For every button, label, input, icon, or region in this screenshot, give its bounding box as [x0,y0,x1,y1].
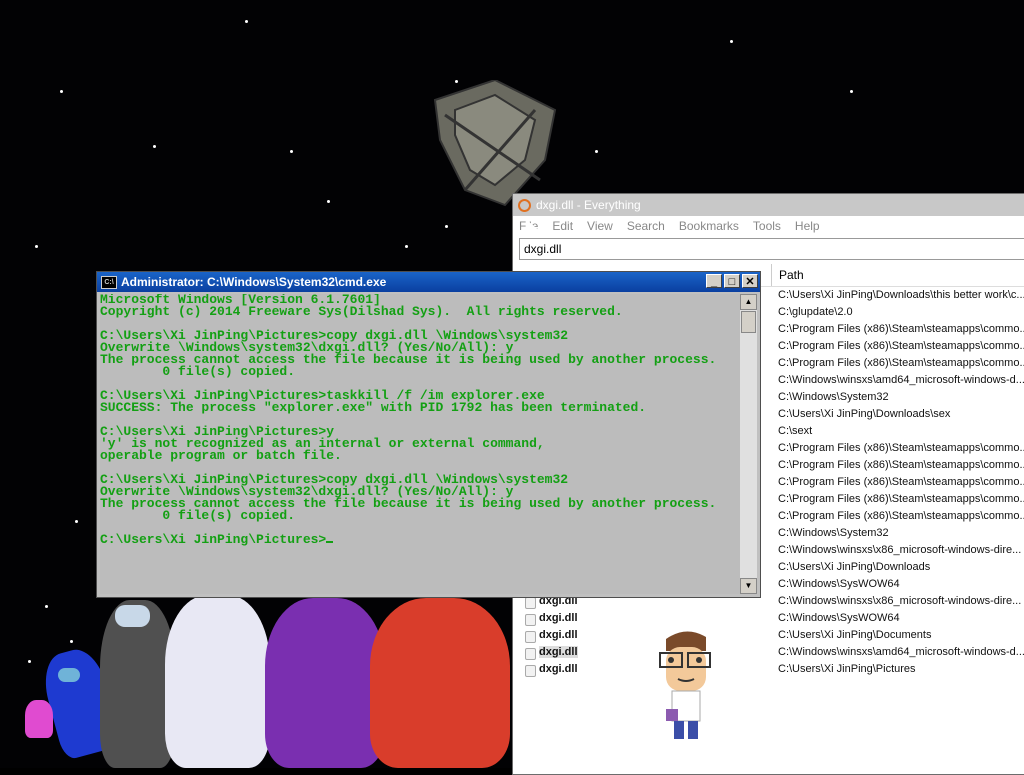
result-row[interactable]: dxgi.dll C:\Windows\winsxs\amd64_microsof… [513,645,1024,662]
console-line: SUCCESS: The process "explorer.exe" with… [100,400,647,415]
file-icon [525,665,536,677]
result-row[interactable]: dxgi.dll C:\Users\Xi JinPing\Documents [513,628,1024,645]
star [28,660,31,663]
result-name: dxgi.dll [539,663,578,675]
result-path: C:\Program Files (x86)\Steam\steamapps\c… [778,493,1024,505]
menu-help[interactable]: Help [795,219,820,233]
purple-crewmate [265,598,385,768]
file-icon [525,648,536,660]
cartoon-character-image [659,631,711,739]
file-icon [525,631,536,643]
result-path: C:\Users\Xi JinPing\Downloads\this bette… [778,289,1024,301]
result-name: dxgi.dll [539,612,578,624]
star [850,90,853,93]
result-path: C:\Windows\System32 [778,391,889,403]
result-row[interactable]: dxgi.dll C:\Users\Xi JinPing\Pictures [513,662,1024,679]
star [445,225,448,228]
file-icon [525,597,536,609]
vertical-scrollbar[interactable]: ▲ ▼ [740,294,757,594]
everything-menubar: File Edit View Search Bookmarks Tools He… [513,216,1024,236]
result-path: C:\Windows\winsxs\x86_microsoft-windows-… [778,544,1022,556]
console-line: 0 file(s) copied. [100,508,296,523]
text-caret [326,541,334,543]
close-button[interactable]: ✕ [742,274,758,288]
star [153,145,156,148]
star [70,640,73,643]
result-path: C:\Users\Xi JinPing\Pictures [778,663,916,675]
result-path: C:\Program Files (x86)\Steam\steamapps\c… [778,510,1024,522]
file-icon [525,614,536,626]
star [35,245,38,248]
path-column-header[interactable]: Path [779,268,804,282]
console-text: Microsoft Windows [Version 6.1.7601] Copy… [100,294,740,546]
star [595,150,598,153]
cmd-titlebar[interactable]: C:\ Administrator: C:\Windows\System32\c… [97,272,760,292]
menu-edit[interactable]: Edit [552,219,573,233]
result-path: C:\Users\Xi JinPing\Downloads\sex [778,408,951,420]
star [327,200,330,203]
result-path: C:\Program Files (x86)\Steam\steamapps\c… [778,340,1024,352]
cmd-window: C:\ Administrator: C:\Windows\System32\c… [96,271,761,598]
result-path: C:\glupdate\2.0 [778,306,853,318]
result-path: C:\Windows\SysWOW64 [778,578,900,590]
console-line: Copyright (c) 2014 Freeware Sys(Dilshad … [100,304,623,319]
result-path: C:\Program Files (x86)\Steam\steamapps\c… [778,459,1024,471]
result-path: C:\Windows\System32 [778,527,889,539]
spaceship-image [433,80,557,207]
result-path: C:\sext [778,425,813,437]
minimize-button[interactable]: _ [706,274,722,288]
console-prompt: C:\Users\Xi JinPing\Pictures> [100,532,327,547]
star [245,20,248,23]
white-crewmate [165,595,270,768]
result-path: C:\Program Files (x86)\Steam\steamapps\c… [778,476,1024,488]
star [730,40,733,43]
result-path: C:\Users\Xi JinPing\Documents [778,629,932,641]
result-path: C:\Windows\winsxs\amd64_microsoft-window… [778,374,1024,386]
menu-tools[interactable]: Tools [753,219,781,233]
console-prompt-line: C:\Users\Xi JinPing\Pictures> [100,532,740,547]
star [405,245,408,248]
result-path: C:\Program Files (x86)\Steam\steamapps\c… [778,323,1024,335]
magnifier-icon [518,198,531,212]
star [290,150,293,153]
scroll-up-button[interactable]: ▲ [740,294,757,310]
everything-titlebar[interactable]: dxgi.dll - Everything [513,194,1024,216]
crewmate-visor [58,668,80,682]
result-row[interactable]: dxgi.dll C:\Windows\SysWOW64 [513,611,1024,628]
result-path: C:\Windows\SysWOW64 [778,612,900,624]
search-input[interactable]: dxgi.dll [519,238,1024,260]
menu-bookmarks[interactable]: Bookmarks [679,219,739,233]
scroll-thumb[interactable] [741,311,756,333]
scroll-down-button[interactable]: ▼ [740,578,757,594]
menu-search[interactable]: Search [627,219,665,233]
console-line: 0 file(s) copied. [100,364,296,379]
crewmate-visor [115,605,150,627]
star [45,605,48,608]
result-path: C:\Program Files (x86)\Steam\steamapps\c… [778,442,1024,454]
pink-crewmate [25,700,53,738]
result-path: C:\Windows\winsxs\x86_microsoft-windows-… [778,595,1022,607]
result-name: dxgi.dll [539,629,578,641]
menu-view[interactable]: View [587,219,613,233]
maximize-button[interactable]: □ [724,274,740,288]
star [60,90,63,93]
result-path: C:\Users\Xi JinPing\Downloads [778,561,931,573]
cmd-title: Administrator: C:\Windows\System32\cmd.e… [121,275,387,289]
console-output[interactable]: Microsoft Windows [Version 6.1.7601] Copy… [100,294,740,594]
result-path: C:\Windows\winsxs\amd64_microsoft-window… [778,646,1024,658]
everything-title: dxgi.dll - Everything [536,198,641,212]
console-icon: C:\ [101,275,117,289]
result-name: dxgi.dll [539,646,578,658]
console-line: operable program or batch file. [100,448,342,463]
result-path: C:\Program Files (x86)\Steam\steamapps\c… [778,357,1024,369]
star [75,520,78,523]
red-crewmate [370,598,510,768]
